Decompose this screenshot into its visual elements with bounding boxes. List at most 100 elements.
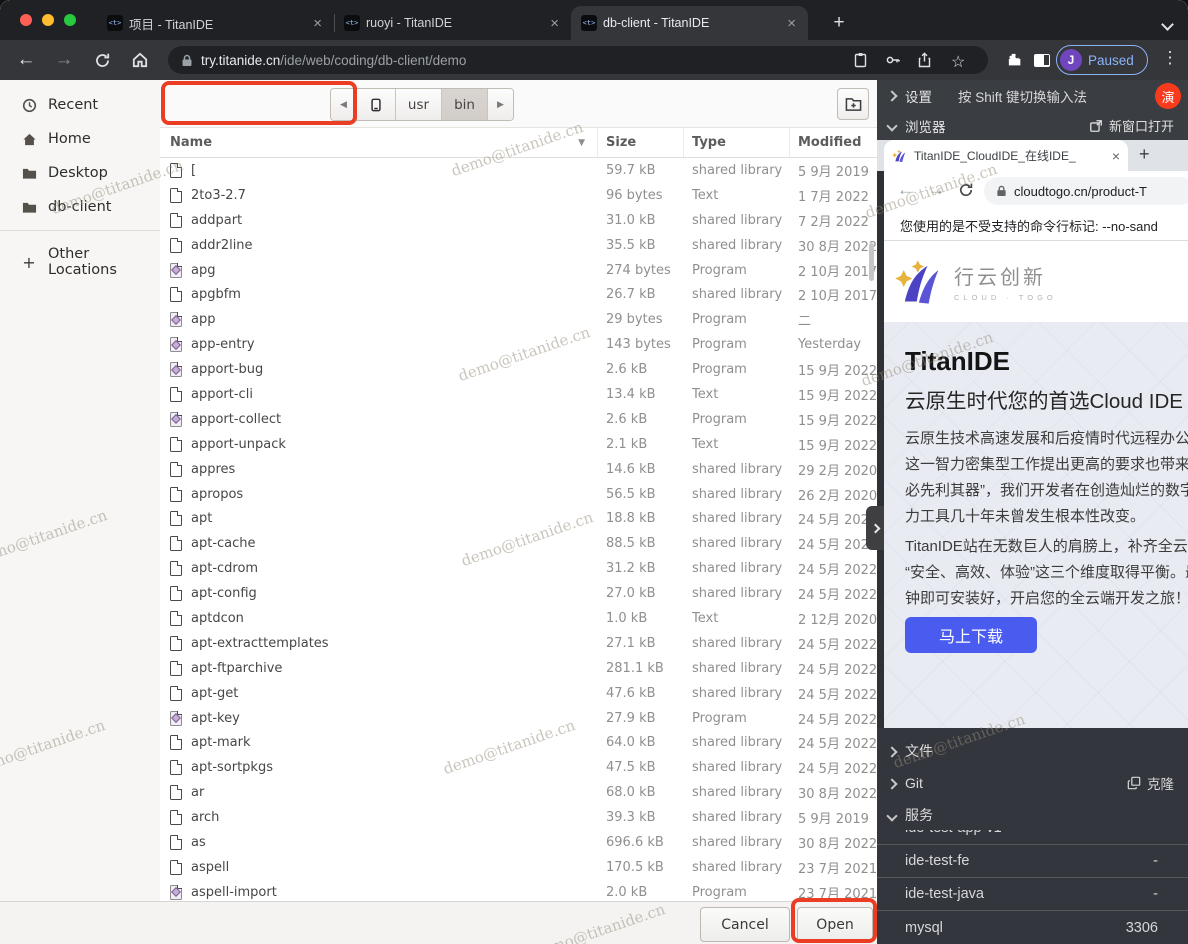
side-panel-icon[interactable] — [1030, 48, 1054, 72]
tab-close-icon[interactable]: × — [311, 15, 324, 32]
mini-browser-tab[interactable]: TitanIDE_CloudIDE_在线IDE_ × — [884, 140, 1128, 171]
home-button[interactable] — [128, 48, 152, 72]
tab-close-icon[interactable]: × — [785, 15, 798, 32]
cancel-button[interactable]: Cancel — [700, 907, 790, 942]
path-segment-bin-current[interactable]: bin — [442, 89, 488, 120]
file-type-icon — [170, 611, 182, 626]
table-row[interactable]: apt-cache 88.5 kB shared library 24 5月 2… — [160, 531, 877, 556]
extensions-puzzle-icon[interactable] — [1002, 48, 1026, 72]
column-header-modified[interactable]: Modified — [790, 128, 877, 157]
table-row[interactable]: addr2line 35.5 kB shared library 30 8月 2… — [160, 233, 877, 258]
files-section-row[interactable]: 文件 — [877, 736, 1188, 766]
column-header-size[interactable]: Size — [598, 128, 684, 157]
password-key-icon[interactable] — [885, 52, 902, 69]
tab-close-icon[interactable]: × — [548, 15, 561, 32]
table-row[interactable]: apt-cdrom 31.2 kB shared library 24 5月 2… — [160, 556, 877, 581]
table-row[interactable]: app-entry 143 bytes Program Yesterday — [160, 332, 877, 357]
service-port: 3306 — [1126, 920, 1158, 936]
scrollbar-thumb[interactable] — [869, 243, 874, 281]
new-tab-button[interactable]: + — [826, 10, 852, 36]
demo-badge[interactable]: 演 — [1155, 83, 1181, 109]
mini-url-text: cloudtogo.cn/product-T — [1014, 184, 1147, 199]
table-row[interactable]: apport-collect 2.6 kB Program 15 9月 2022 — [160, 407, 877, 432]
table-row[interactable]: aspell 170.5 kB shared library 23 7月 202… — [160, 855, 877, 880]
browser-tab-ruoyi[interactable]: <t> ruoyi - TitanIDE × — [334, 6, 571, 40]
service-row[interactable]: ide-test-java - — [877, 878, 1188, 911]
ide-right-panel: 设置 按 Shift 键切换输入法 演 浏览器 新窗口打开 TitanIDE_C… — [877, 80, 1188, 944]
table-row[interactable]: appres 14.6 kB shared library 29 2月 2020 — [160, 457, 877, 482]
table-row[interactable]: aptdcon 1.0 kB Text 2 12月 2020 — [160, 606, 877, 631]
back-button[interactable]: ← — [14, 48, 38, 72]
table-row[interactable]: apt-get 47.6 kB shared library 24 5月 202… — [160, 681, 877, 706]
table-row[interactable]: apt-sortpkgs 47.5 kB shared library 24 5… — [160, 755, 877, 780]
table-row[interactable]: aspell-import 2.0 kB Program 23 7月 2021 — [160, 880, 877, 902]
table-row[interactable]: apt-extracttemplates 27.1 kB shared libr… — [160, 631, 877, 656]
window-close-button[interactable] — [20, 14, 32, 26]
path-forward-button[interactable]: ▶ — [488, 89, 513, 120]
table-row[interactable]: apport-bug 2.6 kB Program 15 9月 2022 — [160, 357, 877, 382]
table-row[interactable]: app 29 bytes Program 二 — [160, 307, 877, 332]
mini-tab-close-icon[interactable]: × — [1112, 148, 1120, 164]
sidebar-item-home[interactable]: Home — [0, 122, 160, 156]
table-row[interactable]: apport-cli 13.4 kB Text 15 9月 2022 — [160, 382, 877, 407]
bookmark-star-icon[interactable]: ☆ — [951, 52, 968, 69]
table-row[interactable]: apgbfm 26.7 kB shared library 2 10月 2017 — [160, 282, 877, 307]
home-icon — [21, 131, 37, 147]
sidebar-item-recent[interactable]: Recent — [0, 88, 160, 122]
mini-new-tab-button[interactable]: + — [1139, 144, 1150, 165]
table-row[interactable]: apg 274 bytes Program 2 10月 2017 — [160, 258, 877, 283]
file-type-icon — [170, 885, 182, 900]
window-minimize-button[interactable] — [42, 14, 54, 26]
service-row[interactable]: mysql 3306 — [877, 911, 1188, 944]
table-row[interactable]: arch 39.3 kB shared library 5 9月 2019 — [160, 805, 877, 830]
sidebar-item-desktop[interactable]: Desktop — [0, 156, 160, 190]
sidebar-item-db-client[interactable]: db-client — [0, 190, 160, 224]
table-row[interactable]: apt-key 27.9 kB Program 24 5月 2022 — [160, 706, 877, 731]
mini-reload-button[interactable] — [958, 182, 974, 198]
table-row[interactable]: addpart 31.0 kB shared library 7 2月 2022 — [160, 208, 877, 233]
mini-back-button[interactable]: ← — [897, 180, 914, 200]
mini-forward-button[interactable]: → — [928, 180, 945, 200]
table-row[interactable]: 2to3-2.7 96 bytes Text 1 7月 2022 — [160, 183, 877, 208]
table-row[interactable]: apport-unpack 2.1 kB Text 15 9月 2022 — [160, 432, 877, 457]
mini-url-field[interactable]: cloudtogo.cn/product-T — [984, 177, 1188, 205]
table-row[interactable]: apt-mark 64.0 kB shared library 24 5月 20… — [160, 730, 877, 755]
reload-button[interactable] — [90, 48, 114, 72]
git-section-row[interactable]: Git 克隆 — [877, 768, 1188, 798]
paragraph-line: TitanIDE站在无数巨人的肩膀上，补齐全云端 — [905, 534, 1188, 560]
sidebar-item-other-locations[interactable]: + Other Locations — [0, 237, 160, 287]
table-row[interactable]: as 696.6 kB shared library 30 8月 2022 — [160, 830, 877, 855]
open-in-new-window-button[interactable]: 新窗口打开 — [1089, 116, 1174, 135]
table-row[interactable]: apt 18.8 kB shared library 24 5月 2022 — [160, 506, 877, 531]
table-row[interactable]: apt-ftparchive 281.1 kB shared library 2… — [160, 656, 877, 681]
table-row[interactable]: apt-config 27.0 kB shared library 24 5月 … — [160, 581, 877, 606]
column-header-name[interactable]: Name ▼ — [160, 128, 598, 157]
share-icon[interactable] — [917, 52, 934, 69]
file-type: shared library — [684, 860, 790, 875]
path-segment-usr[interactable]: usr — [396, 89, 442, 120]
browser-section-row[interactable]: 浏览器 新窗口打开 — [877, 111, 1188, 140]
browser-tab-project[interactable]: <t> 项目 - TitanIDE × — [97, 6, 334, 40]
column-header-type[interactable]: Type — [684, 128, 790, 157]
forward-button[interactable]: → — [52, 48, 76, 72]
browser-menu-icon[interactable]: ⋮ — [1160, 48, 1180, 68]
browser-tab-db-client-active[interactable]: <t> db-client - TitanIDE × — [571, 6, 808, 40]
file-name: app-entry — [191, 337, 255, 352]
path-root-computer-button[interactable] — [357, 89, 396, 120]
tab-search-chevron-icon[interactable] — [1163, 16, 1172, 34]
new-folder-icon — [845, 97, 862, 112]
address-bar[interactable]: try.titanide.cn/ide/web/coding/db-client… — [168, 46, 988, 74]
git-clone-button[interactable]: 克隆 — [1127, 773, 1174, 793]
services-section-row[interactable]: 服务 — [877, 800, 1188, 830]
table-row[interactable]: [ 59.7 kB shared library 5 9月 2019 — [160, 158, 877, 183]
panel-collapse-handle[interactable] — [866, 506, 884, 550]
download-now-button[interactable]: 马上下载 — [905, 617, 1037, 653]
settings-section-row[interactable]: 设置 按 Shift 键切换输入法 演 — [877, 80, 1188, 111]
service-row[interactable]: ide-test-fe - — [877, 845, 1188, 878]
new-folder-button[interactable] — [837, 88, 869, 120]
table-row[interactable]: ar 68.0 kB shared library 30 8月 2022 — [160, 780, 877, 805]
clipboard-icon[interactable] — [853, 52, 870, 69]
window-zoom-button[interactable] — [64, 14, 76, 26]
table-row[interactable]: apropos 56.5 kB shared library 26 2月 202… — [160, 482, 877, 507]
profile-chip[interactable]: J Paused — [1056, 45, 1148, 75]
